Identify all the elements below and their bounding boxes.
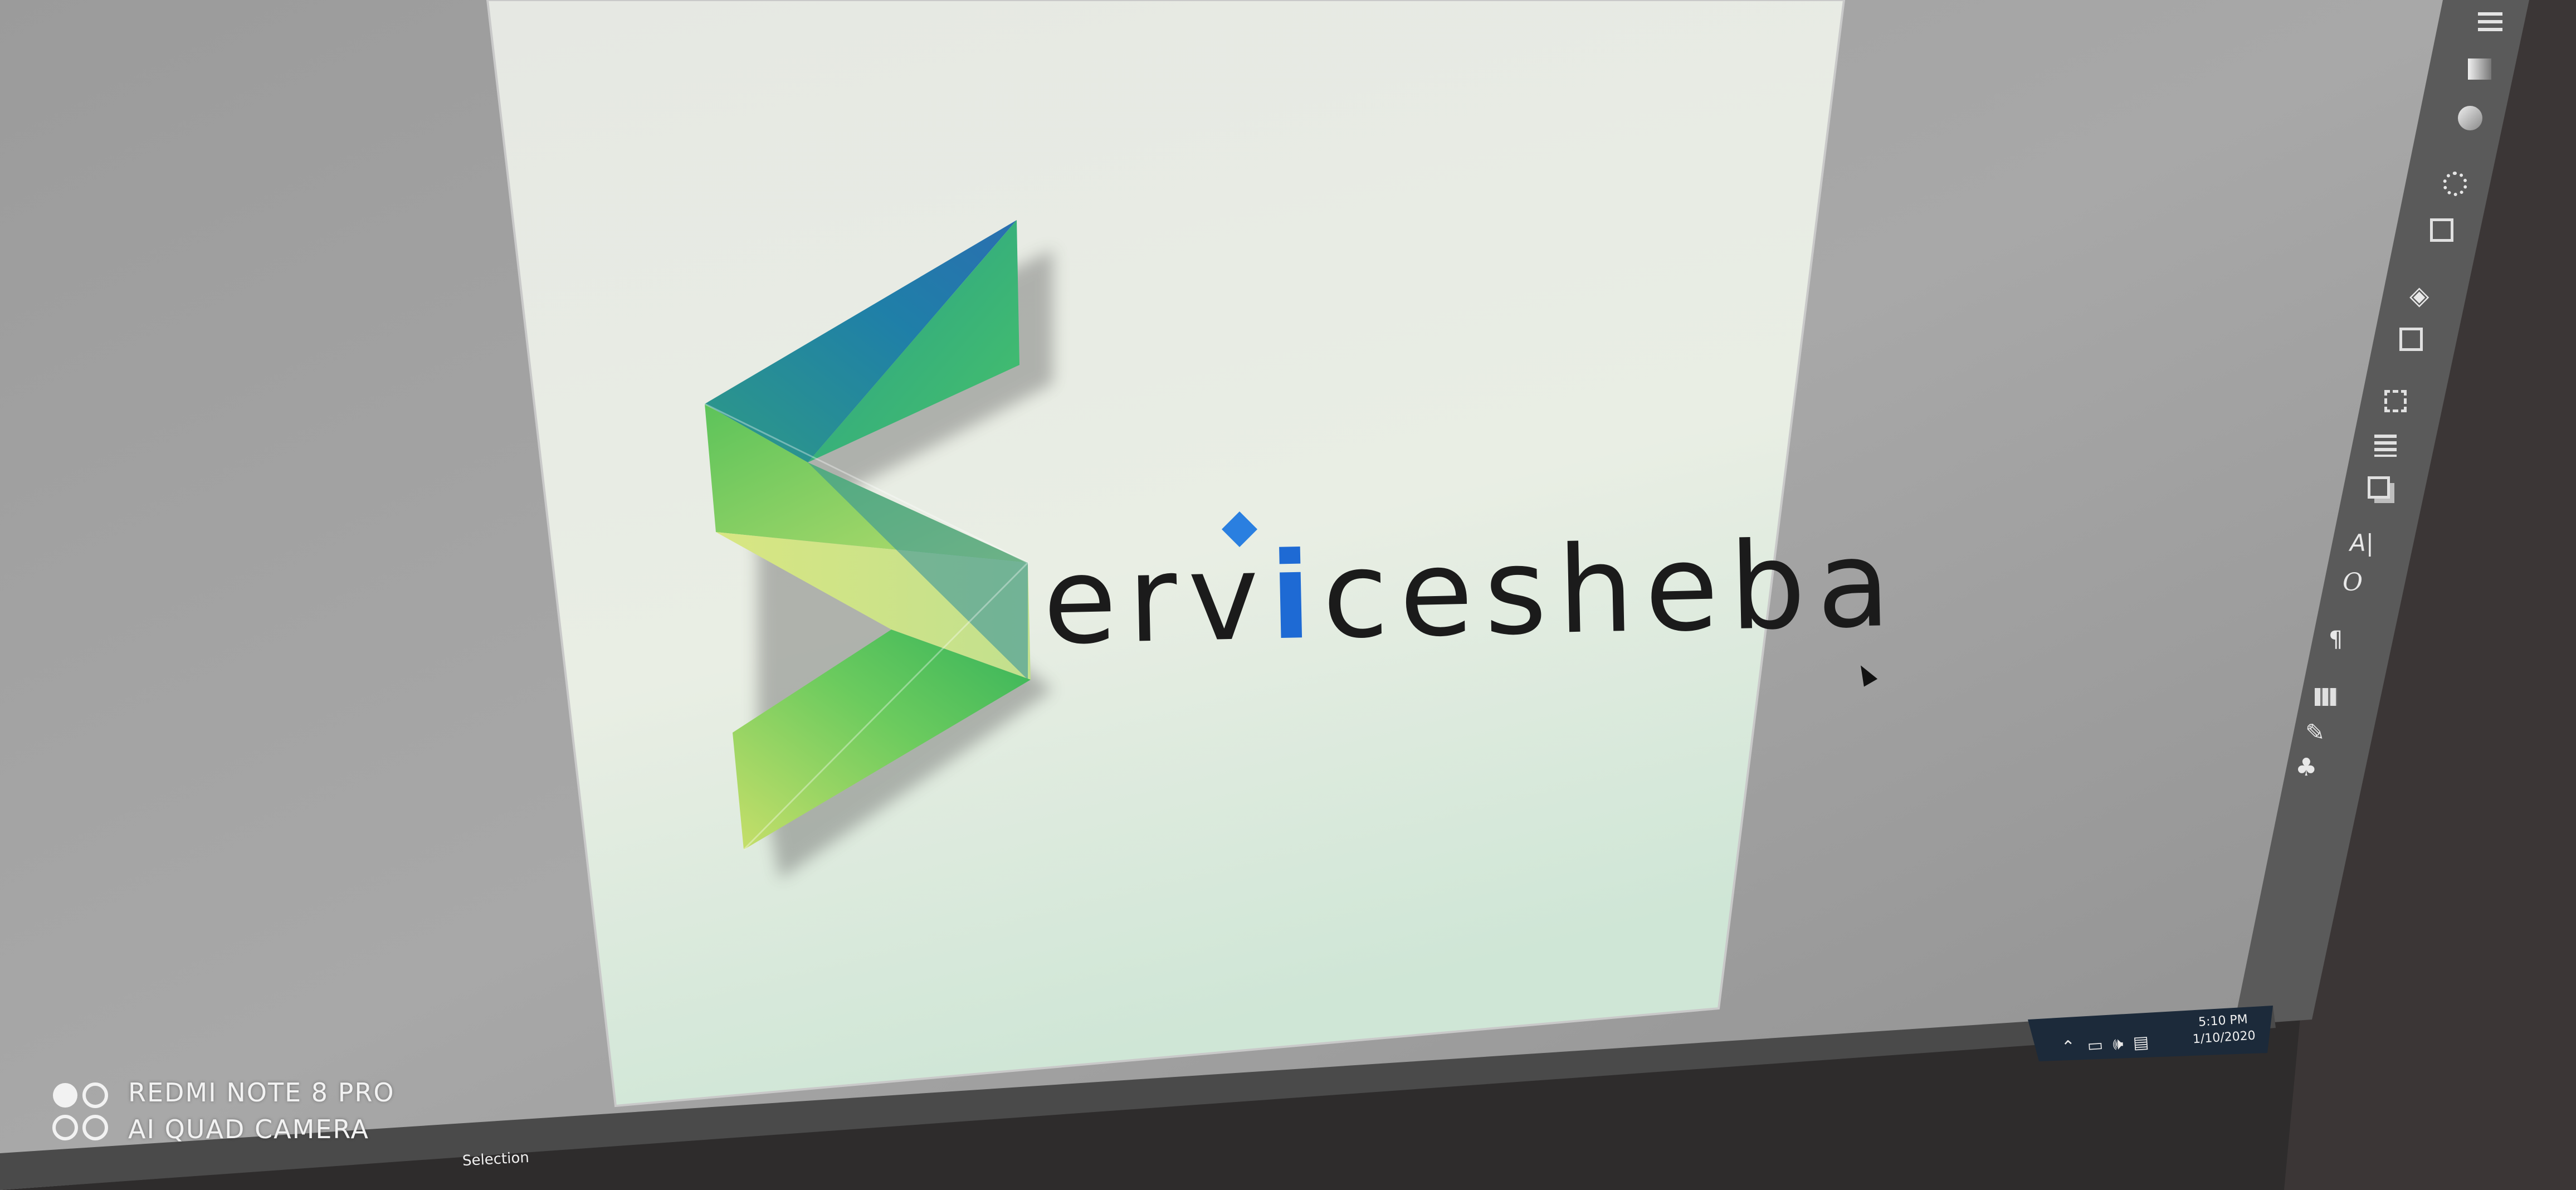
show-hidden-icon[interactable]: ⌃ xyxy=(2061,1037,2076,1057)
camera-logo-icon xyxy=(50,1079,111,1145)
wordmark-tail: cesheba xyxy=(1320,513,1903,666)
status-tool-label: Selection xyxy=(462,1149,530,1170)
photo-scene: ervicesheba ◈ A| O ¶ ✎ ♣ ⌃ ▭ 🕪 ▤ 5:10 PM… xyxy=(0,0,2576,1190)
network-icon[interactable]: ▭ xyxy=(2087,1035,2104,1056)
logo-wordmark: ervicesheba xyxy=(1041,514,1902,671)
watermark-line1: REDMI NOTE 8 PRO xyxy=(128,1077,395,1108)
volume-icon[interactable]: 🕪 xyxy=(2112,1034,2124,1054)
taskbar-clock[interactable]: 5:10 PM 1/10/2020 xyxy=(2191,1011,2256,1048)
watermark-line2: AI QUAD CAMERA xyxy=(128,1114,369,1144)
wordmark-lead: erv xyxy=(1041,526,1272,671)
notification-icon[interactable]: ▤ xyxy=(2133,1032,2149,1053)
wordmark-i: i xyxy=(1269,525,1324,667)
